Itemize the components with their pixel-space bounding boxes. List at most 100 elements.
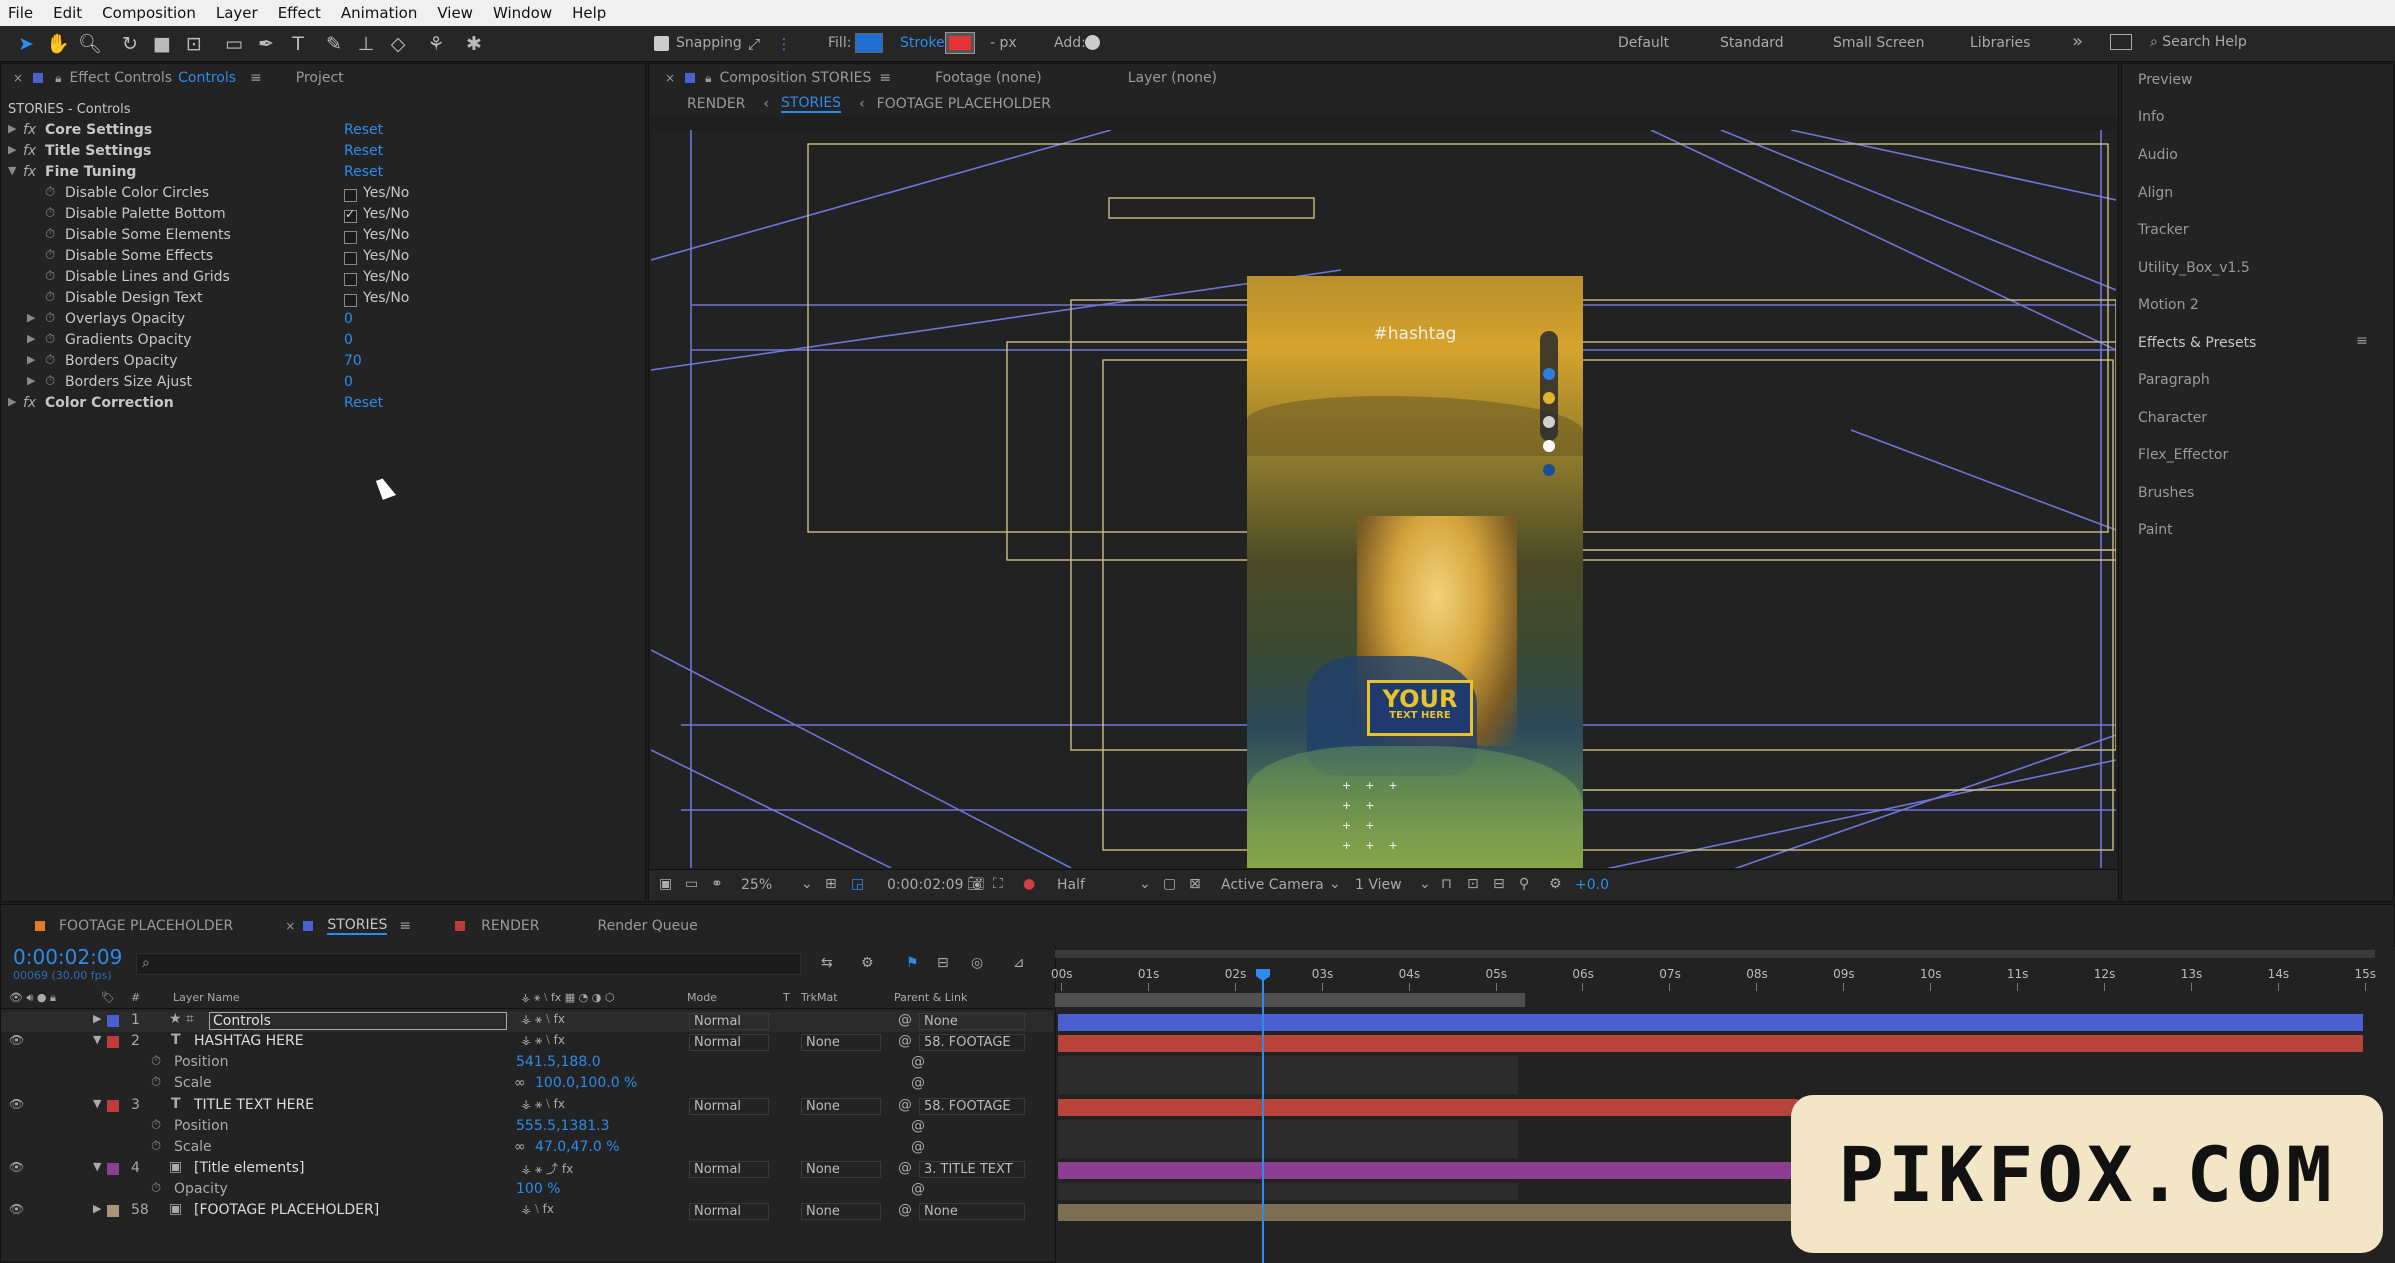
trkmat-dropdown[interactable]: None — [801, 1203, 881, 1220]
panel-brushes[interactable]: Brushes — [2138, 485, 2194, 501]
value-scrubber[interactable]: 70 — [344, 353, 362, 369]
property-value[interactable]: 100 % — [516, 1181, 560, 1197]
effect-controls-tab-label[interactable]: Effect Controls — [69, 70, 172, 86]
pen-tool-icon[interactable]: ✒ — [254, 32, 278, 56]
switches-icons[interactable]: ⚶ ⚹ ⧵ fx — [521, 1012, 565, 1027]
parent-dropdown[interactable]: None — [919, 1203, 1025, 1220]
workspace-libraries[interactable]: Libraries — [1970, 35, 2030, 51]
constrain-link-icon[interactable]: ∞ — [514, 1139, 526, 1155]
layer-name[interactable]: TITLE TEXT HERE — [194, 1097, 314, 1113]
tab-render-queue[interactable]: Render Queue — [598, 918, 698, 934]
sync-settings-icon[interactable] — [2110, 34, 2132, 50]
crumb-stories[interactable]: STORIES — [781, 95, 842, 113]
menu-effect[interactable]: Effect — [278, 4, 321, 22]
graph-editor-icon[interactable]: ⊿ — [1013, 955, 1025, 971]
lock-icon[interactable]: 🔒︎ — [55, 71, 61, 86]
reset-link[interactable]: Reset — [344, 122, 383, 138]
menu-composition[interactable]: Composition — [102, 4, 196, 22]
eye-icon[interactable]: 👁︎ — [9, 1160, 24, 1174]
expand-arrow-icon[interactable]: ▶ — [93, 1202, 101, 1215]
always-preview-icon[interactable]: ▣ — [659, 876, 672, 892]
layer-tab[interactable]: Layer (none) — [1128, 70, 1217, 86]
panel-motion-2[interactable]: Motion 2 — [2138, 297, 2199, 313]
region-of-interest-icon[interactable]: ▢ — [1163, 876, 1176, 892]
stopwatch-icon[interactable]: ⏱︎ — [45, 374, 55, 389]
parent-dropdown[interactable]: None — [919, 1013, 1025, 1030]
shy-layers-icon[interactable]: ⚑ — [906, 955, 919, 971]
layer-bar-controls[interactable] — [1058, 1014, 2363, 1031]
pickwhip-icon[interactable]: @ — [898, 1160, 912, 1176]
switches-icons[interactable]: ⚶ ⧵ fx — [521, 1202, 554, 1217]
panel-character[interactable]: Character — [2138, 410, 2207, 426]
checkbox[interactable] — [344, 252, 357, 265]
property-value[interactable]: 541.5,188.0 — [516, 1054, 601, 1070]
toggle-transparency-icon[interactable]: ⊠ — [1189, 876, 1201, 892]
stopwatch-icon[interactable]: ⏱︎ — [151, 1075, 161, 1090]
checkbox[interactable] — [344, 189, 357, 202]
motion-blur-icon[interactable]: ◎ — [971, 955, 983, 971]
trkmat-dropdown[interactable]: None — [801, 1161, 881, 1178]
comp-viewer[interactable]: #hashtag YOUR TEXT HERE +++ ++ ++ +++ — [651, 130, 2116, 868]
rotate-tool-icon[interactable]: ↻ — [118, 32, 142, 56]
chevron-down-icon[interactable]: ⌄ — [1419, 876, 1431, 892]
switches-icons[interactable]: ⚶ ⚹ ⧵ fx — [521, 1097, 565, 1112]
pickwhip-icon[interactable]: @ — [898, 1012, 912, 1028]
layer-bar-hashtag[interactable] — [1058, 1035, 2363, 1052]
stroke-swatch[interactable] — [945, 32, 975, 54]
effect-row-core-settings[interactable]: ▶ fx Core Settings Reset — [1, 122, 621, 143]
flowchart-icon[interactable]: ⚲ — [1519, 876, 1529, 892]
panel-paint[interactable]: Paint — [2138, 522, 2173, 538]
color-channels-icon[interactable]: ● — [1023, 876, 1035, 892]
workspace-default[interactable]: Default — [1618, 35, 1669, 51]
stopwatch-icon[interactable]: ⏱︎ — [45, 248, 55, 263]
parent-dropdown[interactable]: 58. FOOTAGE — [919, 1098, 1025, 1115]
constrain-link-icon[interactable]: ∞ — [514, 1075, 526, 1091]
layer-row-hashtag-here[interactable]: 👁︎ ▼ 2 T HASHTAG HERE ⚶ ⚹ ⧵ fx Normal No… — [1, 1032, 1053, 1053]
stopwatch-icon[interactable]: ⏱︎ — [45, 311, 55, 326]
current-time-indicator[interactable] — [1262, 971, 1264, 1263]
checkbox[interactable] — [344, 294, 357, 307]
pickwhip-icon[interactable]: @ — [898, 1097, 912, 1113]
label-color-swatch[interactable] — [107, 1100, 119, 1112]
rectangle-tool-icon[interactable]: ▭ — [222, 32, 246, 56]
layer-bar-title-elements[interactable] — [1058, 1162, 1798, 1179]
blend-mode-dropdown[interactable]: Normal — [689, 1203, 769, 1220]
more-workspaces-icon[interactable]: » — [2072, 31, 2083, 52]
property-value[interactable]: 47.0,47.0 % — [535, 1139, 620, 1155]
close-icon[interactable]: × — [13, 71, 23, 85]
tab-stories[interactable]: STORIES — [327, 917, 388, 935]
layer-name[interactable]: Controls — [209, 1012, 507, 1030]
checkbox[interactable] — [344, 273, 357, 286]
chevron-down-icon[interactable]: ⌄ — [1139, 876, 1151, 892]
stopwatch-icon[interactable]: ⏱︎ — [45, 206, 55, 221]
panel-audio[interactable]: Audio — [2138, 147, 2178, 163]
menu-file[interactable]: File — [8, 4, 33, 22]
layer-bar-footage-placeholder[interactable] — [1058, 1204, 1798, 1221]
pickwhip-icon[interactable]: @ — [911, 1181, 925, 1197]
timeline-icon[interactable]: ⊟ — [1493, 876, 1505, 892]
timecode-display[interactable]: 0:00:02:09 — [13, 945, 122, 969]
panel-align[interactable]: Align — [2138, 185, 2173, 201]
close-icon[interactable]: × — [285, 919, 295, 933]
current-time-readout[interactable]: 0:00:02:09 — [887, 877, 964, 893]
lock-icon[interactable]: 🔒︎ — [705, 71, 711, 86]
label-color-swatch[interactable] — [107, 1015, 119, 1027]
checkbox[interactable] — [344, 231, 357, 244]
crumb-footage-placeholder[interactable]: FOOTAGE PLACEHOLDER — [877, 96, 1051, 112]
snap-grid-icon[interactable]: ⋮ — [772, 32, 796, 56]
panel-menu-icon[interactable]: ≡ — [879, 70, 891, 86]
expand-arrow-icon[interactable]: ▶ — [93, 1012, 101, 1025]
project-tab[interactable]: Project — [296, 70, 344, 86]
hand-tool-icon[interactable]: ✋ — [46, 32, 70, 56]
stopwatch-icon[interactable]: ⏱︎ — [45, 353, 55, 368]
layer-name[interactable]: [FOOTAGE PLACEHOLDER] — [194, 1202, 379, 1218]
value-scrubber[interactable]: 0 — [344, 374, 353, 390]
menu-view[interactable]: View — [437, 4, 473, 22]
stopwatch-icon[interactable]: ⏱︎ — [45, 290, 55, 305]
layer-bar-title-text[interactable] — [1058, 1099, 1798, 1116]
panel-effects-presets[interactable]: Effects & Presets — [2138, 335, 2256, 351]
property-value[interactable]: 100.0,100.0 % — [535, 1075, 637, 1091]
effect-controls-tab-name[interactable]: Controls — [178, 70, 236, 86]
value-scrubber[interactable]: 0 — [344, 311, 353, 327]
mask-visibility-icon[interactable]: ⚭ — [711, 876, 723, 892]
